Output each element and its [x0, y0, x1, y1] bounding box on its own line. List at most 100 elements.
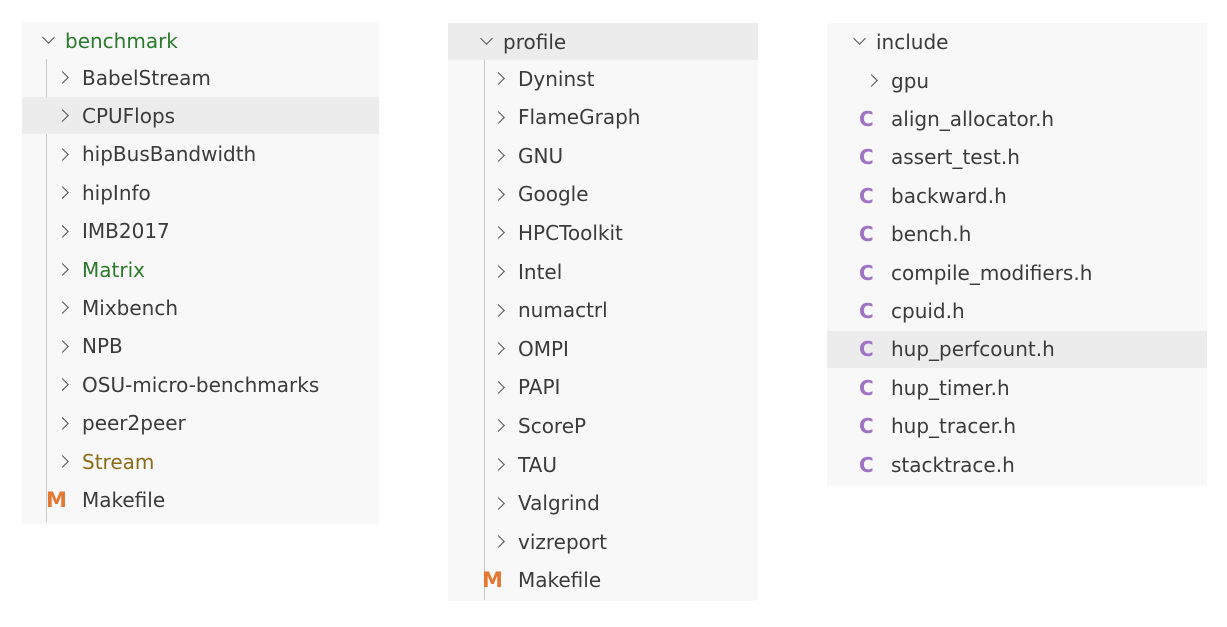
tree-item-imb2017[interactable]: IMB2017	[22, 213, 379, 250]
tree-item-hipinfo[interactable]: hipInfo	[22, 174, 379, 211]
tree-item-label: peer2peer	[82, 411, 186, 436]
chevron-right-icon	[56, 263, 69, 276]
tree-item-label: Intel	[518, 259, 563, 284]
tree-item-makefile[interactable]: M Makefile	[448, 562, 758, 599]
tree-root-include[interactable]: include	[827, 23, 1207, 60]
c-file-icon: C	[859, 452, 874, 477]
tree-item-makefile[interactable]: M Makefile	[22, 481, 379, 518]
tree-item-google[interactable]: Google	[448, 176, 758, 213]
tree-item-flamegraph[interactable]: FlameGraph	[448, 99, 758, 136]
tree-item-label: hipInfo	[82, 180, 151, 205]
tree-item-hup-tracer-h[interactable]: Chup_tracer.h	[827, 408, 1207, 445]
tree-item-npb[interactable]: NPB	[22, 328, 379, 365]
tree-item-label: CPUFlops	[82, 103, 176, 128]
tree-item-matrix[interactable]: Matrix	[22, 251, 379, 288]
tree-item-compile-modifiers-h[interactable]: Ccompile_modifiers.h	[827, 254, 1207, 291]
tree-item-label: Mixbench	[82, 295, 178, 320]
chevron-right-icon	[492, 342, 505, 356]
tree-item-hpctoolkit[interactable]: HPCToolkit	[448, 214, 758, 251]
chevron-right-icon	[56, 339, 69, 353]
tree-item-bench-h[interactable]: Cbench.h	[827, 216, 1207, 253]
chevron-right-icon	[56, 224, 69, 238]
chevron-right-icon	[492, 496, 505, 510]
tree-root-benchmark[interactable]: benchmark	[22, 22, 379, 59]
tree-item-mixbench[interactable]: Mixbench	[22, 289, 379, 326]
tree-item-label: NPB	[82, 334, 123, 359]
chevron-down-icon	[853, 32, 866, 45]
tree-item-intel[interactable]: Intel	[448, 253, 758, 290]
benchmark-tree-panel: benchmark BabelStream CPUFlops hipBusBandw…	[22, 22, 379, 524]
chevron-right-icon	[492, 226, 505, 240]
tree-item-osu-micro-benchmarks[interactable]: OSU-micro-benchmarks	[22, 366, 379, 403]
tree-item-label: IMB2017	[82, 219, 170, 244]
tree-item-babelstream[interactable]: BabelStream	[22, 59, 379, 96]
c-file-icon: C	[859, 337, 874, 362]
chevron-down-icon	[480, 32, 493, 45]
tree-item-label: backward.h	[891, 183, 1007, 208]
c-file-icon: C	[859, 183, 874, 208]
tree-item-label: BabelStream	[82, 65, 211, 90]
include-tree-panel: include gpu Calign_allocator.h Cassert_tes…	[827, 23, 1207, 486]
tree-item-label: assert_test.h	[891, 145, 1020, 170]
tree-item-label: compile_modifiers.h	[891, 260, 1093, 285]
c-file-icon: C	[859, 298, 874, 323]
tree-item-cpuid-h[interactable]: Ccpuid.h	[827, 292, 1207, 329]
tree-item-stream[interactable]: Stream	[22, 443, 379, 480]
c-file-icon: C	[859, 106, 874, 131]
chevron-right-icon	[492, 149, 505, 163]
tree-item-assert-test-h[interactable]: Cassert_test.h	[827, 139, 1207, 176]
chevron-right-icon	[492, 535, 505, 549]
tree-item-hipbusbandwidth[interactable]: hipBusBandwidth	[22, 136, 379, 173]
tree-item-peer2peer[interactable]: peer2peer	[22, 405, 379, 442]
tree-item-label: Makefile	[518, 568, 602, 593]
tree-item-label: PAPI	[518, 375, 561, 400]
tree-item-cpuflops[interactable]: CPUFlops	[22, 97, 379, 135]
c-file-icon: C	[859, 145, 874, 170]
chevron-right-icon	[492, 110, 505, 124]
tree-item-label: Matrix	[82, 257, 145, 282]
tree-root-label: include	[876, 29, 949, 54]
tree-item-gnu[interactable]: GNU	[448, 137, 758, 174]
tree-item-scorep[interactable]: ScoreP	[448, 407, 758, 444]
chevron-right-icon	[56, 455, 69, 468]
tree-item-hup-timer-h[interactable]: Chup_timer.h	[827, 369, 1207, 406]
chevron-right-icon	[56, 378, 69, 392]
chevron-right-icon	[492, 303, 505, 317]
tree-item-hup-perfcount-h[interactable]: Chup_perfcount.h	[827, 330, 1207, 368]
tree-item-tau[interactable]: TAU	[448, 446, 758, 483]
tree-item-align-allocator-h[interactable]: Calign_allocator.h	[827, 100, 1207, 137]
tree-item-label: bench.h	[891, 222, 972, 247]
tree-item-label: Google	[518, 182, 589, 207]
c-file-icon: C	[859, 375, 874, 400]
c-file-icon: C	[859, 414, 874, 439]
makefile-icon: M	[482, 568, 503, 593]
tree-item-label: GNU	[518, 143, 564, 168]
tree-item-gpu[interactable]: gpu	[827, 62, 1207, 99]
makefile-icon: M	[46, 487, 67, 512]
tree-item-label: hup_timer.h	[891, 375, 1010, 400]
tree-item-label: Makefile	[82, 487, 166, 512]
tree-item-backward-h[interactable]: Cbackward.h	[827, 177, 1207, 214]
tree-item-ompi[interactable]: OMPI	[448, 330, 758, 367]
tree-root-profile[interactable]: profile	[448, 23, 758, 60]
tree-item-valgrind[interactable]: Valgrind	[448, 485, 758, 522]
c-file-icon: C	[859, 260, 874, 285]
tree-item-label: HPCToolkit	[518, 220, 623, 245]
tree-item-label: gpu	[891, 68, 930, 93]
tree-item-label: numactrl	[518, 298, 608, 323]
tree-item-dyninst[interactable]: Dyninst	[448, 60, 758, 97]
chevron-right-icon	[865, 74, 878, 87]
chevron-right-icon	[492, 380, 505, 394]
chevron-right-icon	[56, 301, 69, 315]
tree-item-label: OSU-micro-benchmarks	[82, 372, 320, 397]
chevron-right-icon	[56, 109, 69, 123]
tree-item-label: hup_perfcount.h	[891, 337, 1055, 362]
tree-item-vizreport[interactable]: vizreport	[448, 523, 758, 560]
tree-item-papi[interactable]: PAPI	[448, 369, 758, 406]
tree-item-stacktrace-h[interactable]: Cstacktrace.h	[827, 446, 1207, 483]
tree-root-label: profile	[503, 29, 567, 54]
chevron-right-icon	[492, 419, 505, 433]
tree-item-label: hipBusBandwidth	[82, 142, 257, 167]
tree-item-numactrl[interactable]: numactrl	[448, 292, 758, 329]
tree-item-label: Dyninst	[518, 66, 595, 91]
